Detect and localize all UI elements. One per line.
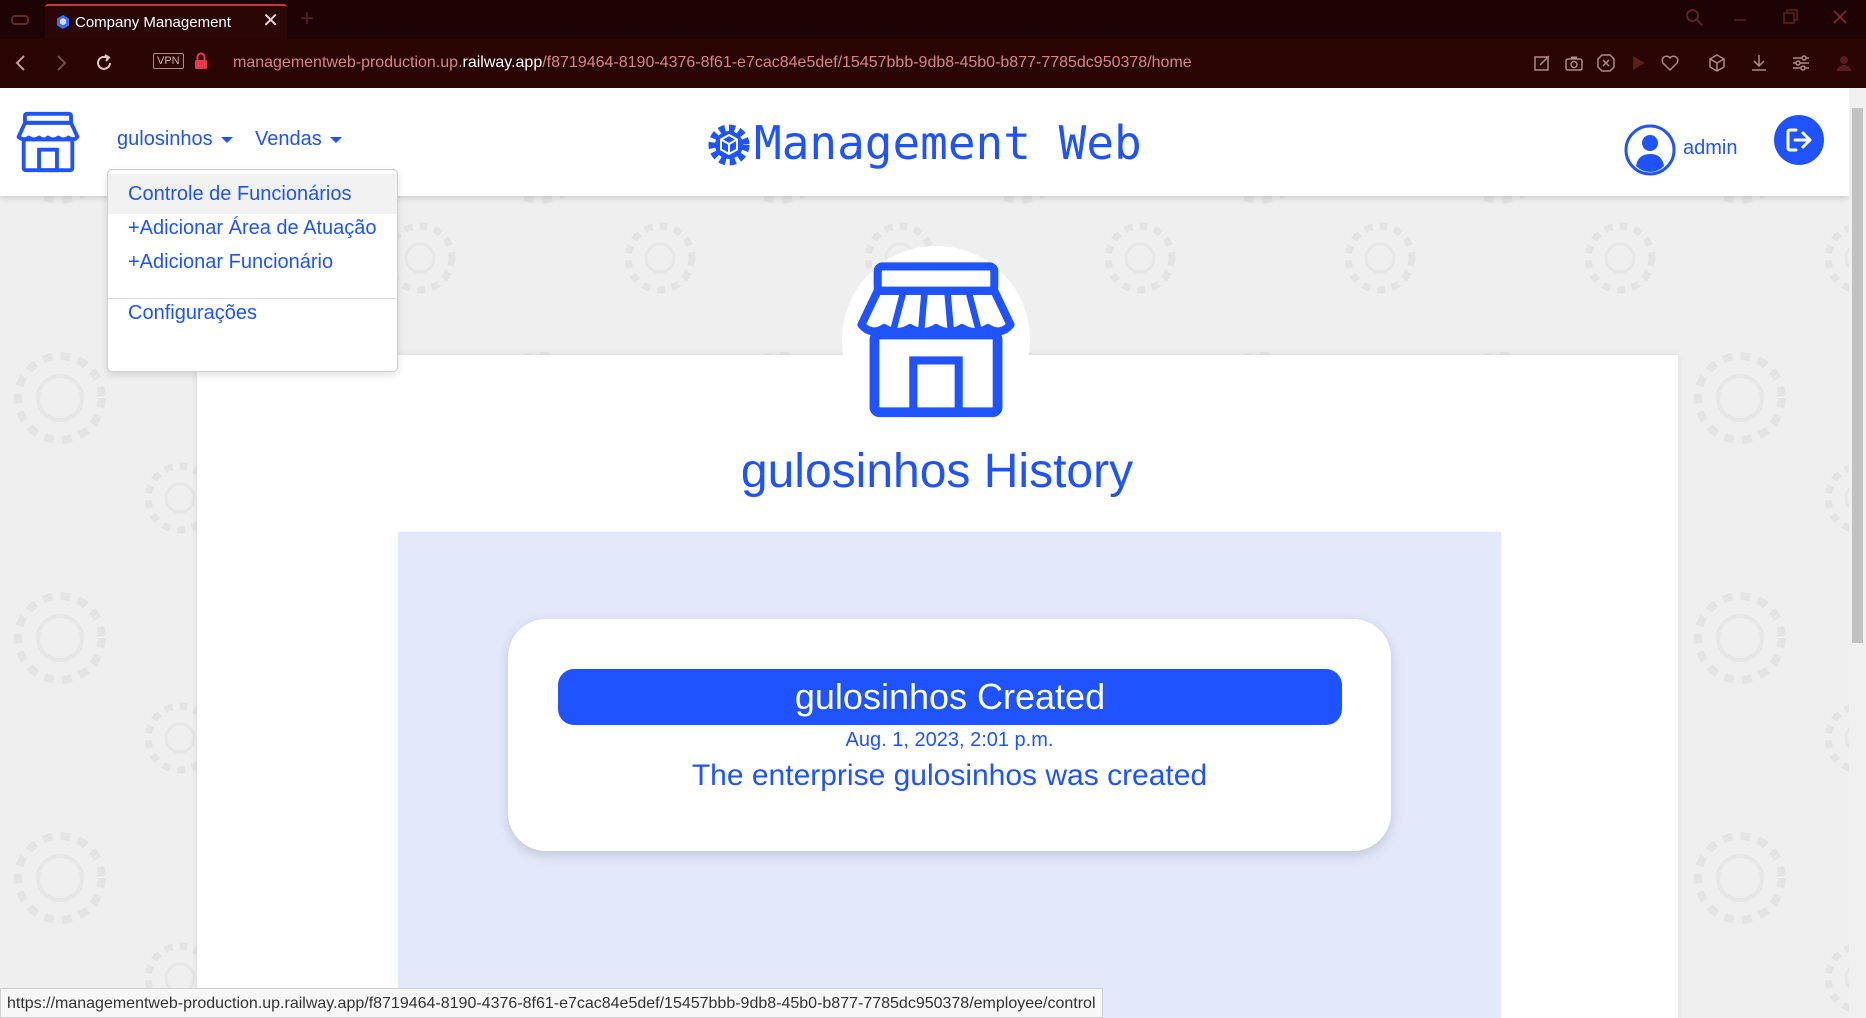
history-title: gulosinhos History xyxy=(740,445,1134,498)
camera-icon[interactable] xyxy=(1564,53,1584,73)
minimize-icon[interactable] xyxy=(1731,8,1749,31)
page-viewport: gulosinhos History gulosinhos Created Au… xyxy=(0,88,1849,1018)
address-bar: VPN managementweb-production.up.railway.… xyxy=(0,39,1866,88)
download-icon[interactable] xyxy=(1749,53,1769,73)
url-domain: railway.app xyxy=(462,54,543,71)
sales-menu-label: Vendas xyxy=(255,128,322,150)
company-menu[interactable]: gulosinhos xyxy=(117,128,233,151)
edit-page-icon[interactable] xyxy=(1532,53,1552,73)
active-tab[interactable]: Company Management ✕ xyxy=(45,4,287,39)
status-bar-url: https://managementweb-production.up.rail… xyxy=(0,988,1103,1018)
browser-tab-bar: Company Management ✕ + xyxy=(0,0,1866,39)
back-icon[interactable] xyxy=(10,52,32,74)
sales-menu[interactable]: Vendas xyxy=(255,128,342,151)
heart-icon[interactable] xyxy=(1660,53,1680,73)
chevron-down-icon xyxy=(220,136,233,143)
event-title: gulosinhos Created xyxy=(558,669,1342,725)
page-scrollbar[interactable] xyxy=(1849,88,1866,1018)
scrollbar-thumb[interactable] xyxy=(1852,108,1863,643)
menu-item-add-employee[interactable]: +Adicionar Funcionário xyxy=(108,242,397,282)
tab-close-icon[interactable]: ✕ xyxy=(262,11,279,31)
profile-icon[interactable] xyxy=(1834,53,1854,73)
logout-button[interactable] xyxy=(1774,115,1824,165)
company-menu-label: gulosinhos xyxy=(117,128,213,150)
menu-item-settings[interactable]: Configurações xyxy=(108,293,397,333)
event-date: Aug. 1, 2023, 2:01 p.m. xyxy=(845,729,1054,751)
tab-menu-icon[interactable] xyxy=(10,10,30,30)
search-tabs-icon[interactable] xyxy=(1685,8,1703,31)
settings-sliders-icon[interactable] xyxy=(1791,53,1811,73)
reload-icon[interactable] xyxy=(93,52,115,74)
history-timeline: gulosinhos Created Aug. 1, 2023, 2:01 p.… xyxy=(398,532,1501,1018)
adblock-icon[interactable] xyxy=(1596,53,1616,73)
history-event-card: gulosinhos Created Aug. 1, 2023, 2:01 p.… xyxy=(508,619,1391,851)
event-description: The enterprise gulosinhos was created xyxy=(691,759,1208,792)
logout-icon xyxy=(1786,128,1812,152)
extensions-cube-icon[interactable] xyxy=(1707,53,1727,73)
chevron-down-icon xyxy=(329,136,342,143)
restore-icon[interactable] xyxy=(1781,8,1799,31)
lock-icon[interactable] xyxy=(194,52,208,70)
vpn-badge[interactable]: VPN xyxy=(153,53,184,69)
url-field[interactable]: managementweb-production.up.railway.app/… xyxy=(233,54,1192,72)
url-prefix: managementweb-production.up. xyxy=(233,54,463,71)
username-link[interactable]: admin xyxy=(1683,137,1737,160)
url-path: /f8719464-8190-4376-8f61-e7cac84e5def/15… xyxy=(542,54,1192,71)
player-icon[interactable] xyxy=(1628,53,1648,73)
company-dropdown-menu: Controle de Funcionários +Adicionar Área… xyxy=(107,169,398,372)
new-tab-icon[interactable]: + xyxy=(300,5,314,33)
shop-icon xyxy=(857,262,1015,418)
shop-logo-icon[interactable] xyxy=(16,110,80,174)
tab-title: Company Management xyxy=(75,14,231,31)
forward-icon[interactable] xyxy=(50,52,72,74)
brand-title: Management Web xyxy=(754,116,1142,170)
user-circle-icon[interactable] xyxy=(1624,124,1676,176)
close-window-icon[interactable] xyxy=(1831,8,1849,31)
cube-gear-icon xyxy=(708,124,750,166)
favicon-icon xyxy=(57,15,69,29)
